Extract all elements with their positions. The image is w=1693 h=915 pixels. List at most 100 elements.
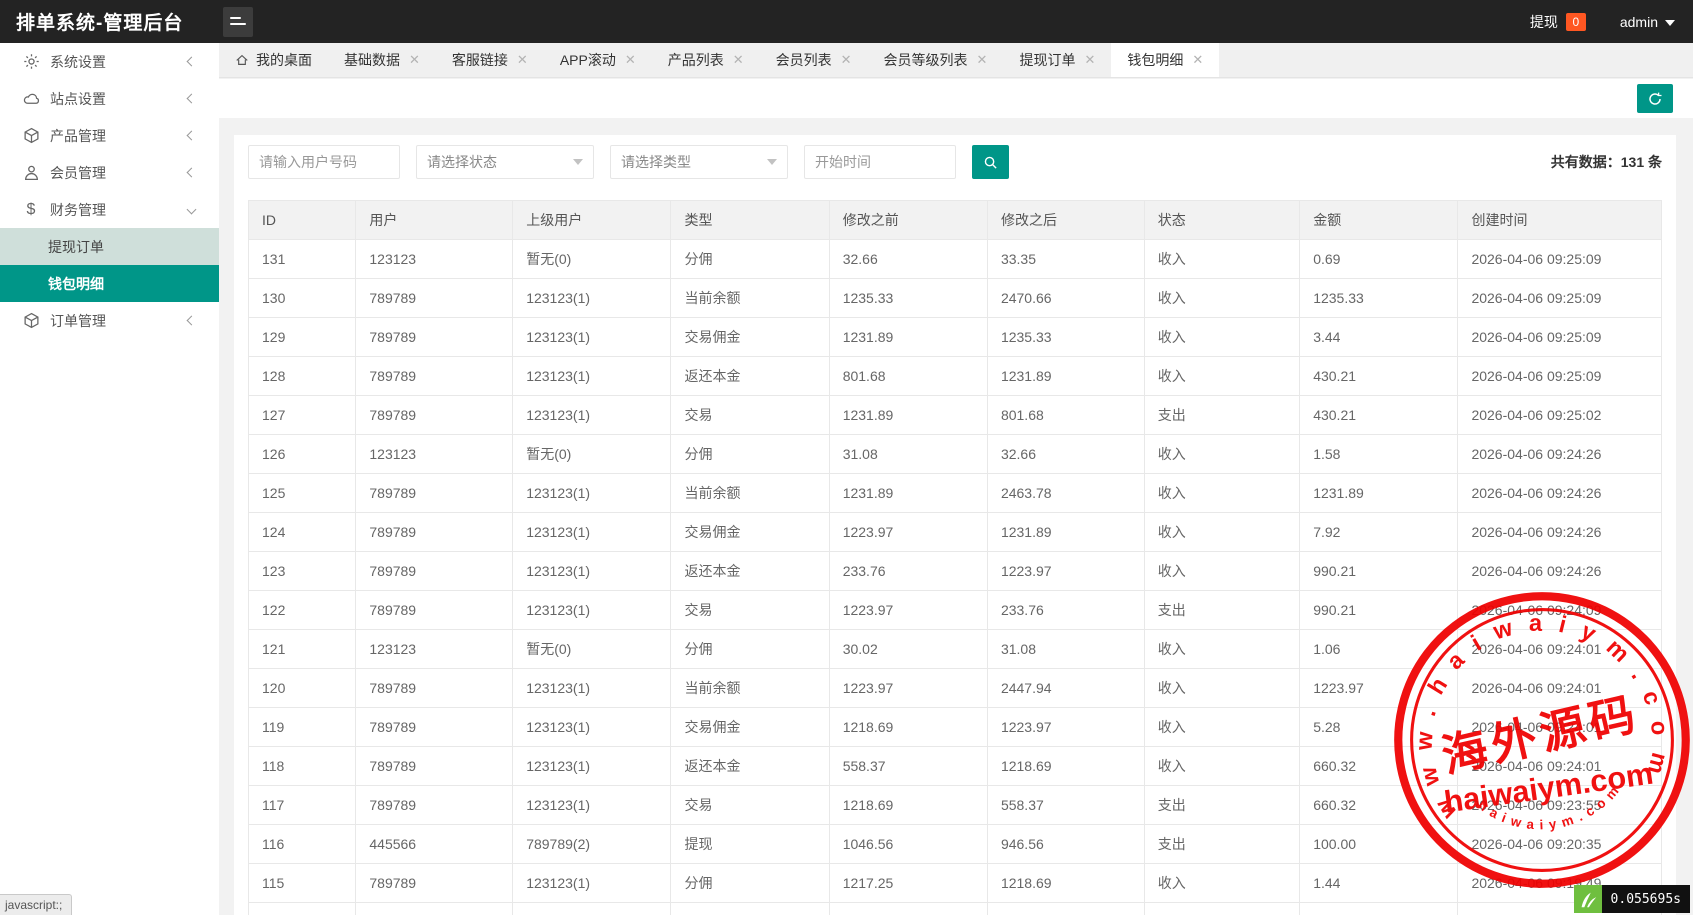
close-icon[interactable]: ✕ [841, 52, 852, 68]
table-header: ID 用户 上级用户 类型 修改之前 修改之后 状态 金额 创建时间 [247, 200, 1662, 240]
sidebar-item-product-management[interactable]: 产品管理 [0, 117, 219, 154]
close-icon[interactable]: ✕ [977, 52, 988, 68]
status-select-value: 请选择状态 [427, 154, 497, 170]
table-cell: 2026-04-06 09:25:09 [1457, 356, 1662, 396]
table-cell: 789789 [355, 473, 514, 513]
table-cell: 123123(1) [512, 746, 672, 786]
table-cell: 收入 [1143, 863, 1301, 903]
header-right: 提现 0 admin [1530, 12, 1675, 32]
table-cell: 118 [247, 746, 357, 786]
table-cell [828, 902, 988, 915]
tab-member-list[interactable]: 会员列表 ✕ [760, 43, 868, 77]
table-cell: 123123 [355, 629, 514, 669]
sidebar-item-withdraw-orders[interactable]: 提现订单 [0, 228, 219, 265]
sidebar-item-member-management[interactable]: 会员管理 [0, 154, 219, 191]
tab-app-scroll[interactable]: APP滚动 ✕ [544, 43, 652, 77]
table-cell: 收入 [1143, 317, 1301, 357]
tab-product-list[interactable]: 产品列表 ✕ [652, 43, 760, 77]
sidebar-item-label: 财务管理 [50, 201, 106, 218]
table-row: 118 789789 123123(1) 返还本金 558.37 1218.69 收入 660… [247, 746, 1662, 786]
chevron-left-icon [186, 56, 197, 67]
table-row: 129 789789 123123(1) 交易佣金 1231.89 1235.33 收入 3.… [247, 317, 1662, 357]
status-select[interactable]: 请选择状态 [416, 145, 594, 179]
table-cell: 946.56 [986, 824, 1145, 864]
table-cell: 32.66 [828, 239, 988, 279]
table-cell: 0.69 [1299, 239, 1459, 279]
table-cell: 122 [247, 590, 357, 630]
user-number-input[interactable] [248, 145, 400, 179]
table-cell: 129 [247, 317, 357, 357]
close-icon[interactable]: ✕ [1192, 52, 1203, 68]
table-cell [986, 902, 1145, 915]
table-cell: 123123(1) [512, 473, 672, 513]
sidebar-item-label: 提现订单 [48, 238, 104, 255]
search-button[interactable] [972, 145, 1009, 179]
tab-desktop[interactable]: 我的桌面 [219, 43, 328, 77]
gear-icon [22, 53, 40, 71]
tab-label: 钱包明细 [1127, 52, 1184, 68]
table-cell: 233.76 [986, 590, 1145, 630]
table-cell: 789789 [355, 317, 514, 357]
sidebar-toggle-button[interactable] [223, 6, 254, 37]
close-icon[interactable]: ✕ [625, 52, 636, 68]
table-cell: 120 [247, 668, 357, 708]
cube-icon [22, 312, 40, 330]
table-cell: 2026-04-06 09:24:26 [1457, 512, 1662, 552]
table-cell: 31.08 [986, 629, 1145, 669]
leaf-icon[interactable] [1573, 885, 1602, 913]
table-cell: 1.44 [1299, 863, 1459, 903]
tab-wallet-details[interactable]: 钱包明细 ✕ [1111, 43, 1220, 77]
table-row: 121 123123 暂无(0) 分佣 30.02 31.08 收入 1.06 2026-04-… [247, 629, 1662, 669]
col-before: 修改之前 [828, 200, 988, 240]
sidebar-item-wallet-details[interactable]: 钱包明细 [0, 265, 219, 302]
withdraw-count-badge: 0 [1565, 12, 1586, 31]
table-row: 117 789789 123123(1) 交易 1218.69 558.37 支出 660.3… [247, 785, 1662, 825]
table-cell: 127 [247, 395, 357, 435]
start-time-input[interactable] [804, 145, 956, 179]
tab-service-links[interactable]: 客服链接 ✕ [436, 43, 544, 77]
tab-label: 会员列表 [775, 52, 832, 68]
sidebar: 系统设置 站点设置 产品管理 会员管理 $ 财务管理 提现订单 钱包明细 订单管… [0, 43, 219, 915]
table-cell: 支出 [1143, 824, 1301, 864]
table-row: 123 789789 123123(1) 返还本金 233.76 1223.97 收入 990… [247, 551, 1662, 591]
table-row: 130 789789 123123(1) 当前余额 1235.33 2470.66 收入 12… [247, 278, 1662, 318]
table-cell: 收入 [1143, 473, 1301, 513]
col-id: ID [247, 200, 357, 240]
table-cell: 1218.69 [828, 707, 988, 747]
table-body: 131 123123 暂无(0) 分佣 32.66 33.35 收入 0.69 2026-04-… [247, 239, 1662, 915]
table-cell: 789789 [355, 278, 514, 318]
close-icon[interactable]: ✕ [1084, 52, 1095, 68]
table-cell: 789789 [355, 551, 514, 591]
table-cell: 当前余额 [670, 668, 830, 708]
withdraw-link[interactable]: 提现 0 [1530, 12, 1586, 32]
sidebar-item-order-management[interactable]: 订单管理 [0, 302, 219, 339]
table-cell: 支出 [1143, 395, 1301, 435]
sidebar-item-site-settings[interactable]: 站点设置 [0, 80, 219, 117]
table-cell: 117 [247, 785, 357, 825]
sidebar-item-finance-management[interactable]: $ 财务管理 [0, 191, 219, 228]
user-menu[interactable]: admin [1620, 14, 1675, 30]
table-cell: 收入 [1143, 668, 1301, 708]
close-icon[interactable]: ✕ [733, 52, 744, 68]
refresh-button[interactable] [1637, 84, 1673, 113]
tab-basic-data[interactable]: 基础数据 ✕ [328, 43, 436, 77]
tab-withdraw-orders[interactable]: 提现订单 ✕ [1003, 43, 1111, 77]
tab-bar: 我的桌面 基础数据 ✕ 客服链接 ✕ APP滚动 ✕ 产品列表 ✕ 会员列表 ✕… [219, 43, 1693, 78]
close-icon[interactable]: ✕ [517, 52, 528, 68]
table-row: 119 789789 123123(1) 交易佣金 1218.69 1223.97 收入 5.… [247, 707, 1662, 747]
table-cell: 暂无(0) [512, 239, 672, 279]
app-title: 排单系统-管理后台 [16, 13, 184, 34]
table-cell: 2026-04-06 09:20:35 [1457, 824, 1662, 864]
table-row: 120 789789 123123(1) 当前余额 1223.97 2447.94 收入 12… [247, 668, 1662, 708]
close-icon[interactable]: ✕ [409, 52, 420, 68]
table-cell: 123123(1) [512, 356, 672, 396]
table-cell: 交易佣金 [670, 707, 830, 747]
sidebar-item-system-settings[interactable]: 系统设置 [0, 43, 219, 80]
table-cell: 430.21 [1299, 356, 1459, 396]
tab-member-level-list[interactable]: 会员等级列表 ✕ [868, 43, 1004, 77]
tab-label: 基础数据 [344, 52, 400, 68]
type-select[interactable]: 请选择类型 [610, 145, 788, 179]
table-cell [1143, 902, 1301, 915]
finance-submenu: 提现订单 钱包明细 [0, 228, 219, 302]
table-cell: 提现 [670, 824, 830, 864]
